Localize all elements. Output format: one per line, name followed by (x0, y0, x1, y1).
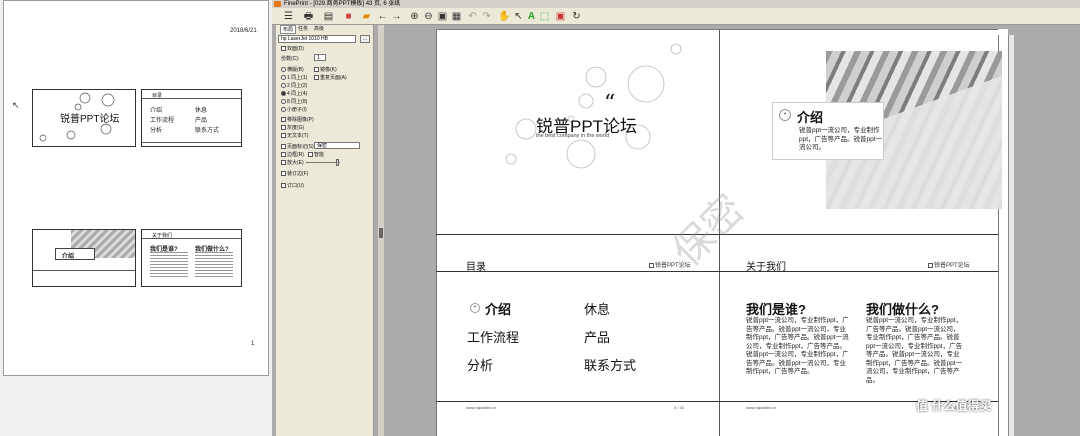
about-q1: 我们是谁? (746, 302, 806, 317)
panel-splitter[interactable] (378, 25, 384, 436)
intro-text: 锐普ppt一流公司，专业制作ppt，广告等产品。锐普ppt一流公司。 (799, 127, 883, 151)
thumb-title: 锐普PPT论坛 (60, 114, 120, 125)
tab-advanced[interactable]: 高级 (314, 25, 324, 32)
printer-select[interactable]: hp LaserJet 1010 HB (278, 35, 356, 43)
about-q2: 我们做什么? (866, 302, 939, 317)
left-preview-pane: 2018/6/21 锐普PPT论坛 目录 介绍 休息 工作流程 产品 分析 联系… (0, 0, 272, 436)
preview-page: 2018/6/21 锐普PPT论坛 目录 介绍 休息 工作流程 产品 分析 联系… (3, 0, 269, 376)
options-panel: 布局 任务 高级 hp LaserJet 1010 HB … 双面(D) 份数(… (276, 25, 374, 436)
print-preview-icon[interactable]: ▤ (322, 10, 335, 23)
header-select[interactable]: 保密 (314, 142, 360, 149)
splitter-grip[interactable] (379, 228, 383, 238)
mirror-checkbox[interactable]: 镜像(K) (314, 66, 337, 73)
thumb-text-block (150, 252, 188, 278)
layout-option[interactable]: 4 同上(4) (281, 90, 307, 97)
tab-tasks[interactable]: 任务 (298, 25, 308, 32)
thumb-title-slide: 锐普PPT论坛 (32, 89, 136, 147)
open-folder-icon[interactable]: ▰ (360, 10, 373, 23)
duplex-checkbox[interactable]: 双面(D) (281, 45, 304, 52)
thumb-contents-slide: 目录 介绍 休息 工作流程 产品 分析 联系方式 (141, 89, 242, 147)
contents-item: 分析 (467, 358, 494, 373)
mouse-cursor-icon: ↖ (12, 100, 20, 110)
enlarge-slider[interactable] (306, 162, 340, 163)
thumb-item: 联系方式 (195, 128, 220, 134)
page-shadow (1008, 35, 1014, 436)
preview-page-number: 1 (251, 341, 255, 347)
zoom-out-icon[interactable]: ⊖ (422, 10, 435, 23)
about-text-2: 锐普ppt一流公司，专业制作ppt，广告等产品。锐普ppt一流公司，专业制作pp… (866, 317, 963, 384)
thumb-item: 工作流程 (150, 118, 175, 124)
thumb-item: 休息 (195, 108, 208, 114)
contents-item: 产品 (584, 330, 611, 345)
header-checkbox[interactable]: 页面标记(S): (281, 143, 315, 150)
hand-icon[interactable]: ✋ (498, 10, 511, 23)
redo-icon[interactable]: ↷ (480, 10, 493, 23)
about-text-1: 锐普ppt一流公司，专业制作ppt，广告等产品。锐普ppt一流公司，专业制作pp… (746, 317, 849, 375)
contents-item: 休息 (584, 302, 611, 317)
image-tool-icon[interactable]: ▣ (554, 10, 567, 23)
gutter-checkbox[interactable]: 装订边(F) (281, 170, 308, 177)
zoom-in-icon[interactable]: ⊕ (408, 10, 421, 23)
rectangle-tool-icon[interactable]: ⬚ (538, 10, 551, 23)
thumb-intro-box: 介绍 (55, 248, 95, 260)
fit-width-icon[interactable]: ▣ (436, 10, 449, 23)
layout-option[interactable]: 横版(B) (281, 66, 304, 73)
contents-item: 工作流程 (467, 330, 520, 345)
window-title-bar[interactable]: FinePrint - [029.商务PPT模板] 43 页, 6 张纸 (272, 0, 1080, 8)
printer-properties-button[interactable]: … (360, 35, 370, 43)
thumb-item: 分析 (150, 128, 163, 134)
layout-option[interactable]: 8 同上(8) (281, 98, 307, 105)
print-icon[interactable]: 🖶 (302, 10, 315, 23)
layout-option[interactable]: 1 同上(1) (281, 74, 307, 81)
enlarge-slider-handle[interactable] (336, 159, 339, 166)
grayscale-checkbox[interactable]: 灰度(G) (281, 124, 304, 131)
about-brand: 锐普PPT论坛 (928, 260, 970, 269)
save-icon[interactable]: ■ (342, 10, 355, 23)
back-arrow-icon[interactable]: ← (376, 10, 389, 23)
text-tool-icon[interactable]: A (525, 10, 538, 23)
stapled-checkbox[interactable]: 订口(U) (281, 182, 304, 189)
thumb-about-slide: 关于我们 我们是谁? 我们做什么? (141, 229, 242, 287)
intro-heading: 介绍 (797, 110, 824, 125)
thumb-item: 介绍 (150, 108, 163, 114)
remove-images-checkbox[interactable]: 移除图像(P) (281, 116, 314, 123)
layout-option[interactable]: 小册子(I) (281, 106, 307, 113)
no-text-checkbox[interactable]: 无文本(T) (281, 132, 308, 139)
smart-checkbox[interactable]: 智能 (308, 151, 324, 158)
border-checkbox[interactable]: 边框(R) (281, 151, 304, 158)
contents-footer-url: www.rapidsite.cn (466, 405, 497, 410)
panel-tabs: 布局 任务 高级 (278, 25, 372, 34)
app-icon (274, 1, 281, 7)
title-subtitle: the best company in the world (536, 133, 610, 139)
undo-icon[interactable]: ↶ (466, 10, 479, 23)
window-title: FinePrint - [029.商务PPT模板] 43 页, 6 张纸 (284, 1, 401, 7)
forward-arrow-icon[interactable]: → (390, 10, 403, 23)
fit-page-icon[interactable]: ▦ (450, 10, 463, 23)
select-arrow-icon[interactable]: ↖ (512, 10, 525, 23)
tab-layout[interactable]: 布局 (280, 25, 297, 34)
refresh-icon[interactable]: ↻ (570, 10, 583, 23)
enlarge-checkbox[interactable]: 放大(E) (281, 159, 304, 166)
contents-footer-page: 3 / 43 (674, 405, 685, 410)
thumb-item: 产品 (195, 118, 208, 124)
preview-date: 2018/6/21 (230, 28, 257, 34)
intro-bullet-icon: ❝ (779, 109, 791, 121)
thumb-intro-slide: 介绍 (32, 229, 136, 287)
corner-watermark: 值 什么值得买 (916, 399, 992, 413)
copies-input[interactable]: 1 (314, 54, 326, 61)
preview-canvas: “ 锐普PPT论坛 the best company in the world … (386, 25, 1080, 436)
contents-bullet-icon: ❝ (470, 303, 480, 313)
fineprint-window: FinePrint - [029.商务PPT模板] 43 页, 6 张纸 ☰ 🖶… (272, 0, 1080, 436)
intro-card: ❝ 介绍 锐普ppt一流公司，专业制作ppt，广告等产品。锐普ppt一流公司。 (772, 102, 884, 160)
thumb-text-block (195, 252, 233, 278)
contents-item-intro: 介绍 (485, 302, 512, 317)
layout-option[interactable]: 2 同上(2) (281, 82, 307, 89)
copies-label: 份数(C): (281, 56, 300, 62)
about-footer-url: www.rapidsite.cn (746, 405, 777, 410)
contents-item: 联系方式 (584, 358, 637, 373)
menu-icon[interactable]: ☰ (282, 10, 295, 23)
toolbar: ☰ 🖶 ▤ ■ ▰ ← → ⊕ ⊖ ▣ ▦ ↶ ↷ ✋ ↖ A ⬚ ▣ ↻ (272, 8, 1080, 25)
repeat-pages-checkbox[interactable]: 重复页面(A) (314, 74, 347, 81)
preview-sheet: “ 锐普PPT论坛 the best company in the world … (436, 29, 1008, 436)
